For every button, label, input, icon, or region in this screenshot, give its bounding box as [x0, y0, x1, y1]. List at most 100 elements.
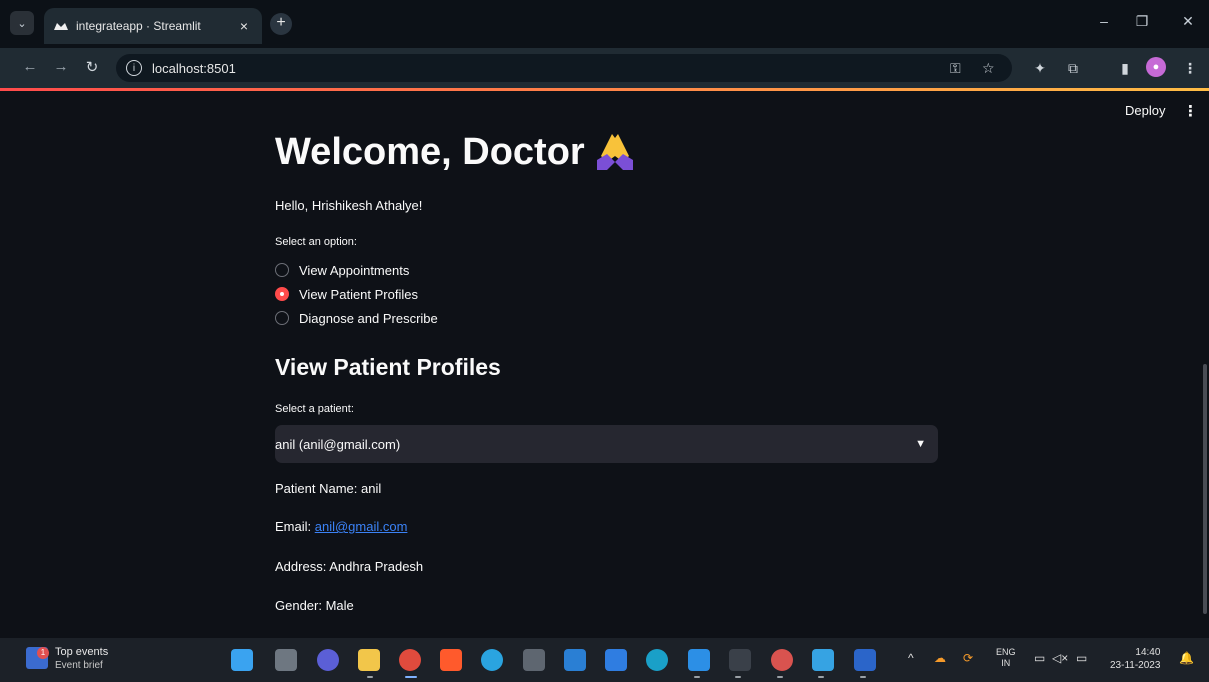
radio-view-appointments[interactable]: View Appointments: [275, 261, 409, 279]
file-explorer-icon[interactable]: [358, 649, 380, 671]
extensions-icon[interactable]: ⧉: [1063, 58, 1083, 78]
system-clock[interactable]: 14:40 23-11-2023: [1110, 646, 1160, 672]
password-key-icon[interactable]: ⚿: [950, 54, 961, 82]
patient-name-value: anil: [361, 481, 382, 496]
patient-address-line: Address: Andhra Pradesh: [275, 559, 423, 574]
clock-time: 14:40: [1135, 647, 1161, 658]
patient-selectbox[interactable]: anil (anil@gmail.com) ▼: [275, 425, 938, 463]
task-view-icon[interactable]: [275, 649, 297, 671]
address-bar[interactable]: i localhost:8501 ⚿ ☆: [116, 54, 1012, 82]
volume-muted-icon[interactable]: ◁×: [1052, 651, 1068, 665]
bookmark-star-icon[interactable]: ☆: [982, 54, 995, 82]
browser-tab-strip: ⌄ integrateapp · Streamlit × + – ❐ ✕: [0, 0, 1209, 48]
network-icon[interactable]: ▭: [1034, 651, 1045, 665]
running-indicator: [860, 676, 866, 678]
patient-select-label: Select a patient:: [275, 403, 354, 415]
back-arrow-icon[interactable]: ←: [20, 58, 40, 75]
patient-gender-label: Gender:: [275, 598, 326, 613]
windows-taskbar: Top events Event brief ^ ☁ ⟳ ENG IN ▭ ◁×…: [0, 638, 1209, 682]
restore-icon[interactable]: ❐: [1132, 13, 1152, 30]
option-radio-label: Select an option:: [275, 236, 357, 248]
brave-icon[interactable]: [440, 649, 462, 671]
browser-toolbar: ← → ↻ i localhost:8501 ⚿ ☆ ✦ ⧉ ▮ ⋮: [0, 48, 1209, 88]
radio-option-label: View Appointments: [299, 262, 410, 278]
patient-gender-value: Male: [325, 598, 354, 613]
radio-view-patient-profiles[interactable]: View Patient Profiles: [275, 285, 418, 303]
forward-arrow-icon[interactable]: →: [51, 58, 71, 75]
radio-unchecked-icon[interactable]: [275, 311, 289, 325]
patient-email-link[interactable]: anil@gmail.com: [315, 519, 408, 534]
sync-icon[interactable]: ⟳: [963, 651, 973, 665]
tray-chevron-up-icon[interactable]: ^: [908, 651, 914, 665]
running-indicator: [777, 676, 783, 678]
profile-avatar[interactable]: ●: [1146, 57, 1166, 77]
language-indicator[interactable]: ENG IN: [996, 647, 1016, 669]
main-menu-icon[interactable]: ⋮: [1183, 102, 1198, 120]
language-region: IN: [1001, 658, 1011, 668]
window-close-icon[interactable]: ✕: [1178, 13, 1198, 30]
store-icon[interactable]: [523, 649, 545, 671]
chat-icon[interactable]: [317, 649, 339, 671]
folded-hands-icon: [595, 132, 635, 170]
page-title: Welcome, Doctor: [275, 131, 635, 174]
minimize-icon[interactable]: –: [1094, 13, 1114, 29]
notification-bell-icon[interactable]: 🔔: [1179, 651, 1194, 665]
news-widget-subtitle[interactable]: Event brief: [55, 660, 103, 671]
patient-email-label: Email:: [275, 519, 315, 534]
battery-icon[interactable]: ▭: [1076, 651, 1087, 665]
patient-name-line: Patient Name: anil: [275, 481, 381, 496]
patient-email-line: Email: anil@gmail.com: [275, 519, 407, 534]
browser-tab-active[interactable]: integrateapp · Streamlit ×: [44, 8, 262, 44]
chrome-menu-icon[interactable]: ⋮: [1180, 58, 1200, 78]
chevron-down-icon[interactable]: ▼: [915, 438, 926, 450]
word-icon[interactable]: [854, 649, 876, 671]
active-indicator: [405, 676, 417, 678]
telegram-icon[interactable]: [481, 649, 503, 671]
site-info-icon[interactable]: i: [126, 60, 142, 76]
greeting-text: Hello, Hrishikesh Athalye!: [275, 198, 423, 213]
running-indicator: [367, 676, 373, 678]
terminal-icon[interactable]: [729, 649, 751, 671]
chrome-icon[interactable]: [399, 649, 421, 671]
tab-search-chevron-icon[interactable]: ⌄: [10, 11, 34, 35]
cloud-icon[interactable]: ☁: [934, 651, 946, 665]
running-indicator: [818, 676, 824, 678]
radio-checked-icon[interactable]: [275, 287, 289, 301]
section-heading: View Patient Profiles: [275, 354, 501, 380]
radio-diagnose-and-prescribe[interactable]: Diagnose and Prescribe: [275, 309, 438, 327]
page-title-text: Welcome, Doctor: [275, 131, 585, 173]
patient-name-label: Patient Name:: [275, 481, 361, 496]
running-indicator: [694, 676, 700, 678]
tab-close-icon[interactable]: ×: [236, 18, 252, 34]
radio-option-label: View Patient Profiles: [299, 286, 418, 302]
radio-option-label: Diagnose and Prescribe: [299, 310, 438, 326]
clock-date: 23-11-2023: [1110, 660, 1161, 671]
running-indicator: [735, 676, 741, 678]
notepad-icon[interactable]: [812, 649, 834, 671]
screen: ⌄ integrateapp · Streamlit × + – ❐ ✕ ← →…: [0, 0, 1209, 682]
extension-puzzle-icon[interactable]: ✦: [1030, 58, 1050, 78]
new-tab-button[interactable]: +: [270, 13, 292, 35]
side-panel-icon[interactable]: ▮: [1115, 58, 1135, 78]
tab-title: integrateapp · Streamlit: [76, 19, 201, 33]
reload-icon[interactable]: ↻: [82, 58, 102, 76]
language-code: ENG: [996, 647, 1016, 657]
patient-select-value: anil (anil@gmail.com): [275, 436, 401, 452]
patient-address-label: Address:: [275, 559, 330, 574]
streamlit-favicon-icon: [54, 21, 68, 31]
news-widget-title[interactable]: Top events: [55, 646, 108, 658]
page-scrollbar[interactable]: [1203, 364, 1207, 614]
todo-check-icon[interactable]: [605, 649, 627, 671]
powerpoint-icon[interactable]: [771, 649, 793, 671]
address-url: localhost:8501: [152, 60, 236, 76]
edge-icon[interactable]: [646, 649, 668, 671]
patient-gender-line: Gender: Male: [275, 598, 354, 613]
hp-icon[interactable]: [564, 649, 586, 671]
news-badge: 1: [37, 647, 49, 659]
deploy-button[interactable]: Deploy: [1125, 103, 1165, 118]
vscode-icon[interactable]: [688, 649, 710, 671]
app-main: Deploy ⋮ Welcome, Doctor Hello, Hrishike…: [0, 91, 1209, 638]
radio-unchecked-icon[interactable]: [275, 263, 289, 277]
patient-address-value: Andhra Pradesh: [329, 559, 424, 574]
windows-start-icon[interactable]: [231, 649, 253, 671]
